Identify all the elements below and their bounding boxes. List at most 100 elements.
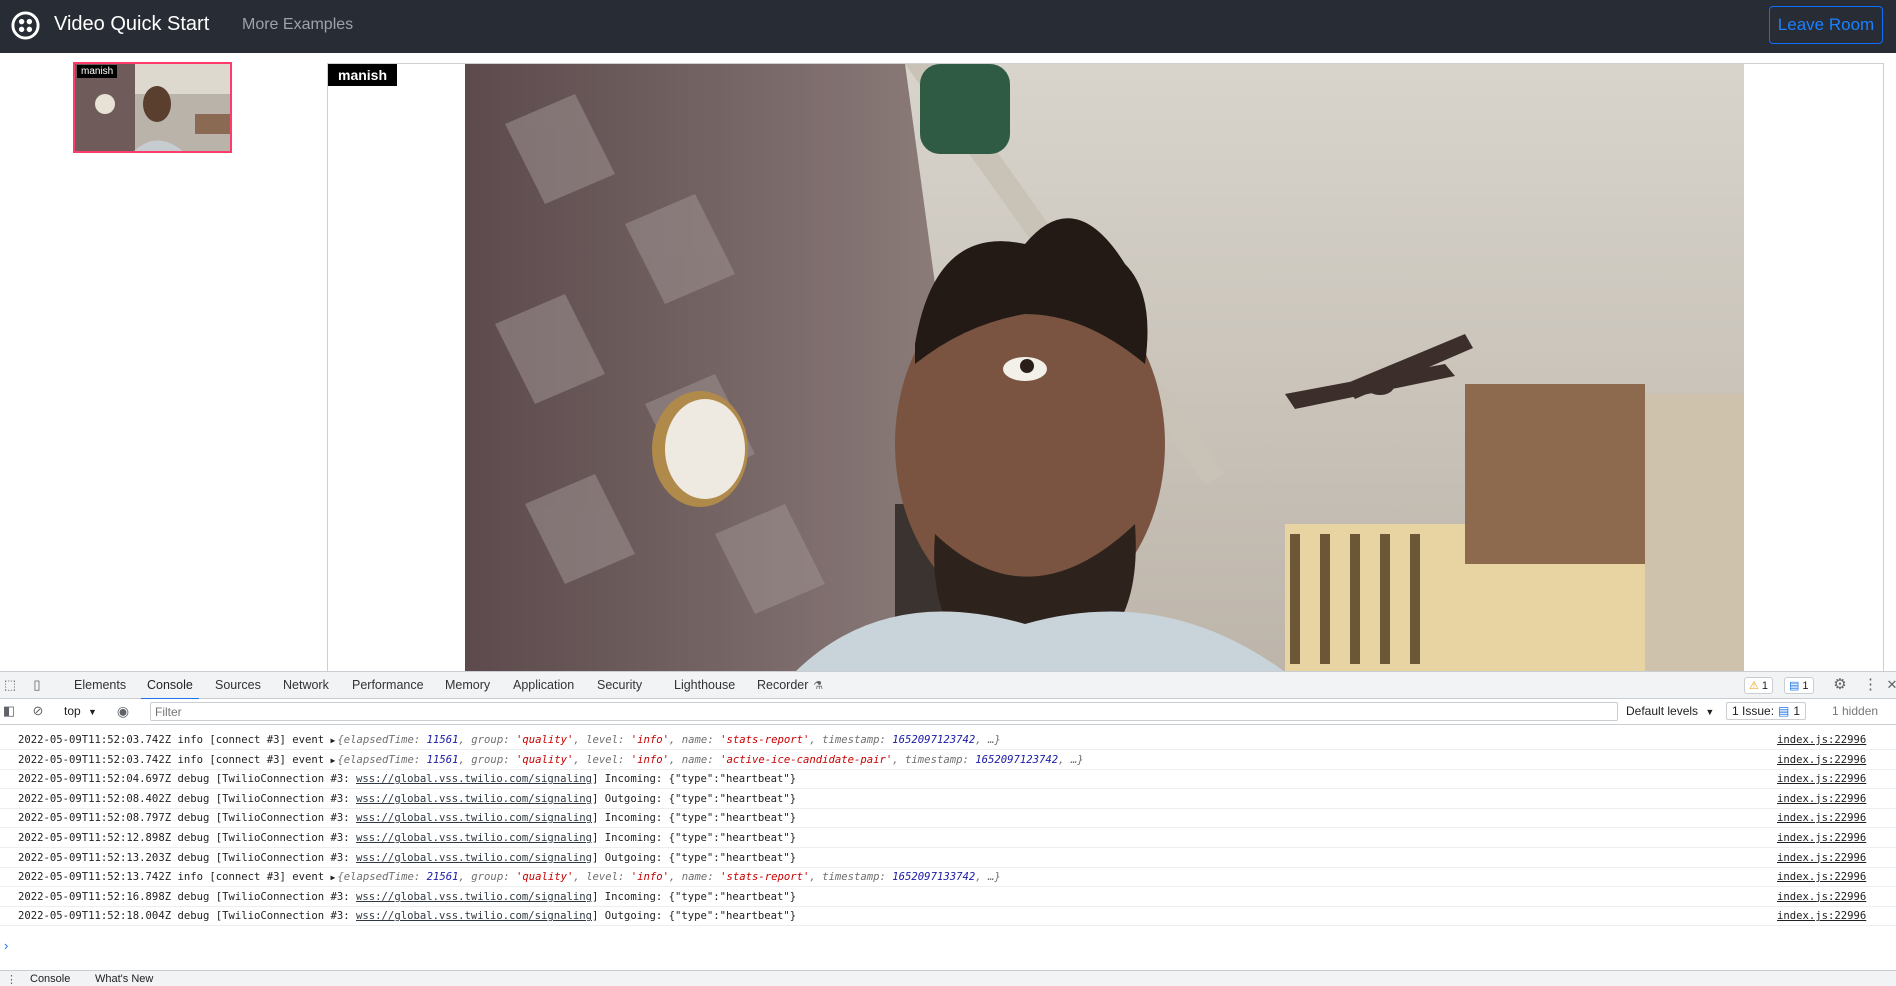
log-string: 'info' xyxy=(630,734,670,746)
messages-badge[interactable]: ▤ 1 xyxy=(1784,677,1814,694)
log-number: 1652097123742 xyxy=(892,734,976,746)
log-key: , timestamp: xyxy=(809,871,893,884)
log-url[interactable]: wss://global.vss.twilio.com/signaling xyxy=(356,773,592,785)
issues-button[interactable]: 1 Issue: ▤ 1 xyxy=(1726,702,1807,720)
tab-sources[interactable]: Sources xyxy=(215,678,261,692)
console-row[interactable]: 2022-05-09T11:52:03.742Z info [connect #… xyxy=(0,751,1896,770)
drawer-menu-icon[interactable]: ⋮ xyxy=(6,973,17,986)
device-toolbar-icon[interactable]: ▯ xyxy=(30,678,44,692)
expand-triangle-icon[interactable]: ▶ xyxy=(331,736,336,745)
log-url[interactable]: wss://global.vss.twilio.com/signaling xyxy=(356,793,592,805)
local-participant-thumbnail[interactable]: manish xyxy=(73,62,232,153)
expand-triangle-icon[interactable]: ▶ xyxy=(331,873,336,882)
console-message: 2022-05-09T11:52:12.898Z debug [TwilioCo… xyxy=(18,832,796,844)
context-selector[interactable]: top ▼ xyxy=(64,704,97,718)
log-url[interactable]: wss://global.vss.twilio.com/signaling xyxy=(356,852,592,864)
console-row[interactable]: 2022-05-09T11:52:03.742Z info [connect #… xyxy=(0,731,1896,750)
tab-memory[interactable]: Memory xyxy=(445,678,490,692)
console-message: 2022-05-09T11:52:18.004Z debug [TwilioCo… xyxy=(18,910,796,922)
log-source-link[interactable]: index.js:22996 xyxy=(1777,773,1866,785)
log-levels-dropdown[interactable]: Default levels ▼ xyxy=(1626,704,1714,718)
log-prefix: 2022-05-09T11:52:13.742Z info [connect #… xyxy=(18,871,331,884)
warnings-badge[interactable]: ⚠ 1 xyxy=(1744,677,1773,694)
tab-elements[interactable]: Elements xyxy=(74,678,126,692)
console-row[interactable]: 2022-05-09T11:52:13.203Z debug [TwilioCo… xyxy=(0,849,1896,868)
log-url[interactable]: wss://global.vss.twilio.com/signaling xyxy=(356,910,592,922)
console-row[interactable]: 2022-05-09T11:52:13.742Z info [connect #… xyxy=(0,868,1896,888)
log-source-link[interactable]: index.js:22996 xyxy=(1777,910,1866,922)
console-prompt-icon[interactable]: › xyxy=(4,938,8,953)
log-rest: ] Outgoing: {"type":"heartbeat"} xyxy=(592,910,797,923)
log-string: 'active-ice-candidate-pair' xyxy=(720,753,893,766)
tab-security[interactable]: Security xyxy=(597,678,642,692)
twilio-logo-icon[interactable] xyxy=(10,10,41,41)
drawer-tab-console[interactable]: Console xyxy=(30,973,70,985)
log-rest: ] Incoming: {"type":"heartbeat"} xyxy=(592,812,797,825)
log-key: , group: xyxy=(458,871,516,884)
gear-icon[interactable]: ⚙ xyxy=(1833,677,1847,692)
console-row[interactable]: 2022-05-09T11:52:18.004Z debug [TwilioCo… xyxy=(0,907,1896,927)
app-brand[interactable]: Video Quick Start xyxy=(54,13,209,36)
devtools-tab-bar: ⬚ ▯ Elements Console Sources Network Per… xyxy=(0,672,1896,700)
console-row[interactable]: 2022-05-09T11:52:12.898Z debug [TwilioCo… xyxy=(0,829,1896,848)
main-participant-stage: manish xyxy=(327,63,1884,671)
console-filter-input[interactable] xyxy=(150,702,1618,721)
log-string: 'stats-report' xyxy=(720,871,810,884)
expand-triangle-icon[interactable]: ▶ xyxy=(331,756,336,765)
log-key: , name: xyxy=(669,753,721,766)
eye-icon[interactable]: ◉ xyxy=(116,704,130,718)
log-source-link[interactable]: index.js:22996 xyxy=(1777,832,1866,844)
console-row[interactable]: 2022-05-09T11:52:08.797Z debug [TwilioCo… xyxy=(0,809,1896,829)
log-number: 11561 xyxy=(426,753,459,766)
drawer-tab-whats-new[interactable]: What's New xyxy=(95,973,153,985)
clear-console-icon[interactable]: ⊘ xyxy=(31,704,45,718)
log-key: , …} xyxy=(975,734,1001,746)
tab-recorder[interactable]: Recorder xyxy=(757,678,808,692)
devtools-drawer: ⋮ Console What's New xyxy=(0,970,1896,986)
log-key: , name: xyxy=(669,871,721,884)
hidden-messages-count: 1 hidden xyxy=(1832,704,1879,718)
sidebar-toggle-icon[interactable]: ◧ xyxy=(2,704,16,718)
leave-room-button[interactable]: Leave Room xyxy=(1769,6,1883,44)
log-source-link[interactable]: index.js:22996 xyxy=(1777,871,1866,883)
log-source-link[interactable]: index.js:22996 xyxy=(1777,852,1866,864)
log-source-link[interactable]: index.js:22996 xyxy=(1777,812,1866,824)
tab-network[interactable]: Network xyxy=(283,678,329,692)
inspect-element-icon[interactable]: ⬚ xyxy=(3,678,17,692)
console-log: 2022-05-09T11:52:03.742Z info [connect #… xyxy=(0,725,1896,955)
warnings-count: 1 xyxy=(1761,679,1768,692)
console-row[interactable]: 2022-05-09T11:52:16.898Z debug [TwilioCo… xyxy=(0,888,1896,907)
more-examples-link[interactable]: More Examples xyxy=(242,16,353,34)
devtools-panel: ⬚ ▯ Elements Console Sources Network Per… xyxy=(0,671,1896,986)
log-source-link[interactable]: index.js:22996 xyxy=(1777,754,1866,766)
chevron-down-icon: ▼ xyxy=(1705,707,1715,717)
log-prefix: 2022-05-09T11:52:08.402Z debug [TwilioCo… xyxy=(18,792,357,805)
console-message: 2022-05-09T11:52:08.402Z debug [TwilioCo… xyxy=(18,793,796,805)
console-row[interactable]: 2022-05-09T11:52:04.697Z debug [TwilioCo… xyxy=(0,770,1896,790)
message-icon: ▤ xyxy=(1789,680,1800,692)
log-url[interactable]: wss://global.vss.twilio.com/signaling xyxy=(356,812,592,824)
messages-count: 1 xyxy=(1802,679,1809,692)
log-url[interactable]: wss://global.vss.twilio.com/signaling xyxy=(356,891,592,903)
local-participant-name: manish xyxy=(77,65,118,78)
console-message: 2022-05-09T11:52:03.742Z info [connect #… xyxy=(18,754,1084,766)
main-video-frame xyxy=(465,64,1744,671)
log-source-link[interactable]: index.js:22996 xyxy=(1777,891,1866,903)
console-message: 2022-05-09T11:52:16.898Z debug [TwilioCo… xyxy=(18,891,796,903)
main-participant-name: manish xyxy=(328,64,398,86)
log-key: , timestamp: xyxy=(809,734,893,746)
log-string: 'info' xyxy=(630,871,670,884)
kebab-menu-icon[interactable]: ⋮ xyxy=(1863,677,1878,692)
log-url[interactable]: wss://global.vss.twilio.com/signaling xyxy=(356,832,592,844)
console-row[interactable]: 2022-05-09T11:52:08.402Z debug [TwilioCo… xyxy=(0,790,1896,809)
tab-lighthouse[interactable]: Lighthouse xyxy=(674,678,735,692)
main-video-feed[interactable] xyxy=(465,64,1744,671)
log-key: , group: xyxy=(458,734,516,746)
close-devtools-icon[interactable]: ✕ xyxy=(1885,678,1896,692)
log-source-link[interactable]: index.js:22996 xyxy=(1777,793,1866,805)
tab-application[interactable]: Application xyxy=(513,678,574,692)
log-source-link[interactable]: index.js:22996 xyxy=(1777,734,1866,746)
tab-performance[interactable]: Performance xyxy=(352,678,424,692)
log-prefix: 2022-05-09T11:52:13.203Z debug [TwilioCo… xyxy=(18,851,357,864)
tab-console[interactable]: Console xyxy=(141,678,199,700)
